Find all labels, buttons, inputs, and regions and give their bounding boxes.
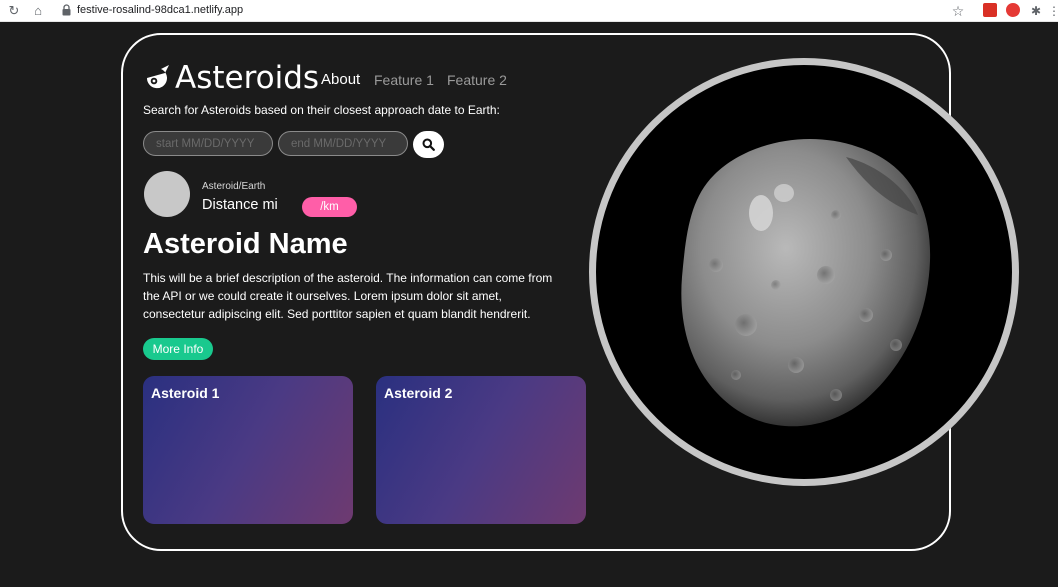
asteroid-avatar [144, 171, 190, 217]
nav-feature-2[interactable]: Feature 2 [447, 72, 507, 88]
nav-feature-1[interactable]: Feature 1 [374, 72, 434, 88]
asteroid-name: Asteroid Name [143, 228, 348, 260]
reload-icon[interactable]: ↻ [6, 3, 22, 19]
menu-icon[interactable]: ⋮ [1046, 3, 1058, 19]
browser-toolbar: ↻ ⌂ festive-rosalind-98dca1.netlify.app … [0, 0, 1058, 22]
logo-text: Asteroids [175, 60, 320, 96]
nav-about[interactable]: About [321, 71, 360, 88]
asteroid-card-title: Asteroid 1 [151, 385, 220, 401]
asteroid-earth-label: Asteroid/Earth [202, 181, 266, 192]
distance-value: Distance mi [202, 197, 278, 213]
logo[interactable]: Asteroids [143, 60, 319, 96]
asteroid-card-title: Asteroid 2 [384, 385, 453, 401]
address-bar-url[interactable]: festive-rosalind-98dca1.netlify.app [77, 4, 243, 16]
search-button[interactable] [413, 131, 444, 158]
adblock-icon[interactable] [1006, 3, 1020, 17]
extension-icon[interactable] [983, 3, 997, 17]
asteroid-image [681, 139, 931, 427]
search-label: Search for Asteroids based on their clos… [143, 103, 500, 117]
asteroid-card-1[interactable]: Asteroid 1 [143, 376, 353, 524]
lock-icon [62, 4, 71, 16]
asteroid-card-2[interactable]: Asteroid 2 [376, 376, 586, 524]
search-icon [422, 138, 435, 151]
start-date-input[interactable] [143, 131, 273, 156]
asteroid-description: This will be a brief description of the … [143, 271, 553, 321]
asteroid-image-frame [589, 58, 1019, 486]
bookmark-star-icon[interactable]: ☆ [950, 3, 966, 19]
extensions-puzzle-icon[interactable]: ✱ [1028, 3, 1044, 19]
end-date-input[interactable] [278, 131, 408, 156]
more-info-button[interactable]: More Info [143, 338, 213, 360]
asteroid-logo-icon [146, 65, 169, 89]
unit-toggle-km[interactable]: /km [302, 197, 357, 217]
home-icon[interactable]: ⌂ [30, 3, 46, 19]
